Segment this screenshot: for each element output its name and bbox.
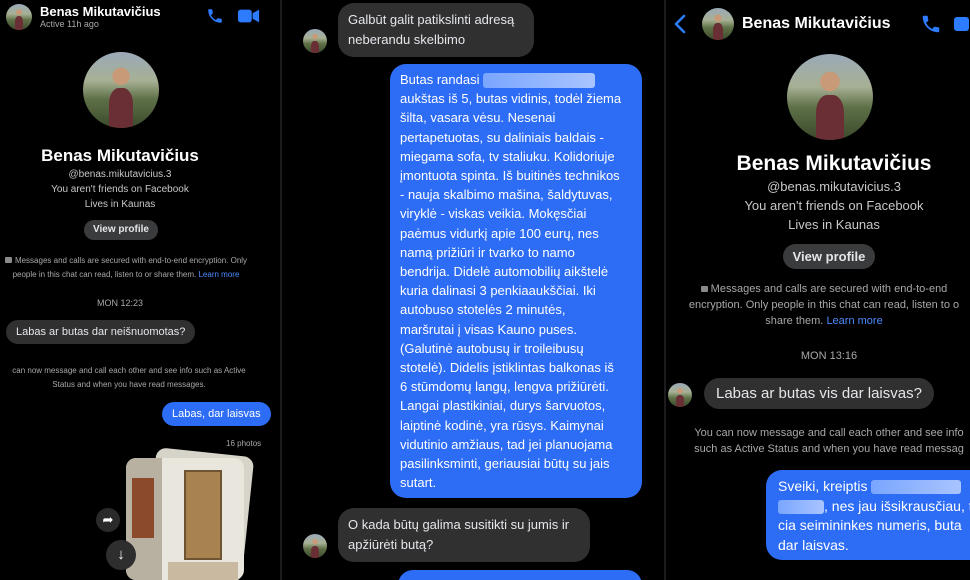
phone-icon[interactable]: [206, 7, 224, 25]
profile-username: @benas.mikutavicius.3: [767, 179, 901, 194]
chat-info-notice: can now message and call each other and …: [0, 364, 264, 392]
description-line: sutart.: [400, 475, 437, 491]
encryption-text-1: Messages and calls are secured with end-…: [14, 256, 248, 265]
description-line: bendrija. Didelė automobilių aikštelė: [400, 264, 609, 280]
middle-chat-panel: Galbūt galit patikslinti adresą neberand…: [282, 0, 664, 580]
lock-icon: [4, 257, 12, 263]
share-icon: ➦: [102, 512, 114, 527]
outgoing-message[interactable]: Sveiki, kreiptis , nes jau išsikrausčiau…: [766, 470, 970, 560]
incoming-message-meeting[interactable]: O kada būtų galima susitikti su jumis ir…: [338, 508, 590, 562]
description-line: pertapetuotas, su daliniais baldais -: [400, 129, 604, 145]
profile-name: Benas Mikutavičius: [736, 152, 932, 175]
sender-avatar[interactable]: [303, 534, 327, 558]
description-line: Butas randasi: [400, 72, 480, 87]
header-active-status: Active 11h ago: [40, 19, 99, 29]
learn-more-link[interactable]: Learn more: [198, 270, 239, 279]
incoming-message-address[interactable]: Galbūt galit patikslinti adresą neberand…: [338, 3, 534, 57]
timestamp: MON 13:16: [800, 350, 858, 362]
timestamp: MON 12:23: [96, 298, 144, 308]
view-profile-button[interactable]: View profile: [84, 220, 158, 240]
description-line: namą prižiūri ir tvarko to namo: [400, 244, 575, 260]
description-line: paėmus vidurkį apie 100 eurų, nes: [400, 225, 599, 241]
description-body: aukštas iš 5, butas vidinis, todėl žiema…: [400, 89, 632, 492]
encryption-text-1: Messages and calls are secured with end-…: [710, 283, 948, 295]
header-contact-name[interactable]: Benas Mikutavičius: [742, 15, 891, 33]
photo-count-label: 16 photos: [226, 439, 262, 448]
lives-in: Lives in Kaunas: [84, 199, 156, 210]
header-contact-name[interactable]: Benas Mikutavičius: [40, 4, 161, 19]
description-line: - nauja skalbimo mašina, šaldytuvas,: [400, 187, 613, 203]
description-line: (Galutinė autobusų ir troileibusų: [400, 340, 584, 356]
outgoing-message-description[interactable]: Butas randasi aukštas iš 5, butas vidini…: [390, 64, 642, 498]
header-avatar[interactable]: [702, 8, 734, 40]
view-profile-button[interactable]: View profile: [783, 244, 875, 269]
profile-avatar[interactable]: [83, 52, 159, 128]
encryption-notice: Messages and calls are secured with end-…: [674, 281, 970, 329]
description-line: 6 stūmdomų langų, lengva prižiūrėti.: [400, 379, 609, 395]
incoming-message[interactable]: Labas ar butas vis dar laisvas?: [704, 378, 934, 409]
arrow-down-icon: ↓: [117, 546, 125, 563]
profile-name: Benas Mikutavičius: [41, 146, 199, 165]
meeting-msg-line: apžiūrėti butą?: [348, 537, 434, 552]
chat-info-text-1: can now message and call each other and …: [12, 366, 246, 375]
reply-line: , nes jau išsikrausčiau, ta: [824, 497, 970, 514]
outgoing-message-partial[interactable]: [398, 570, 642, 580]
reply-line: cia seimininkes numeris, buta: [778, 517, 962, 533]
description-line: šilta, vasara vėsu. Nesenai: [400, 110, 556, 126]
redacted-phone: [778, 499, 824, 514]
description-line: įmontuota spinta. Iš buitinės technikos: [400, 168, 620, 184]
encryption-text-2: encryption. Only people in this chat can…: [688, 299, 960, 311]
profile-avatar[interactable]: [787, 54, 873, 140]
description-line: pasilinksminti, geriausiai būtų su jais: [400, 456, 610, 472]
lock-icon: [700, 286, 708, 292]
learn-more-link[interactable]: Learn more: [826, 315, 882, 327]
incoming-message[interactable]: Labas ar butas dar neišnuomotas?: [6, 320, 196, 344]
phone-icon[interactable]: [920, 13, 942, 35]
description-line: kuria dalinasi 3 penkiaaukščiai. Iki: [400, 283, 596, 299]
description-line: Langai plastikiniai, durys šarvuotos,: [400, 398, 606, 414]
description-line: viryklė - viskas veikia. Mokęsčiai: [400, 206, 587, 222]
address-msg-line: Galbūt galit patikslinti adresą: [348, 12, 515, 27]
description-line: laiptinė kodinė, yra rūsys. Kaimynai: [400, 417, 604, 433]
sender-avatar[interactable]: [303, 29, 327, 53]
friend-status: You aren't friends on Facebook: [51, 184, 189, 195]
chat-info-text-2: such as Active Status and when you have …: [694, 443, 964, 455]
reply-line: Sveiki, kreiptis: [778, 478, 868, 494]
redacted-address: [483, 73, 596, 89]
encryption-text-2: people in this chat can read, listen to …: [12, 270, 197, 279]
right-chat-panel: Benas Mikutavičius Benas Mikutavičius @b…: [666, 0, 970, 580]
lives-in: Lives in Kaunas: [788, 217, 880, 232]
description-line: stotelė). Didelis įstiklintas balkonas i…: [400, 360, 614, 376]
scroll-down-button[interactable]: ↓: [106, 540, 136, 570]
description-line: maršrutai į visas Kauno puses.: [400, 321, 578, 337]
header-avatar[interactable]: [6, 4, 32, 30]
profile-username: @benas.mikutavicius.3: [68, 169, 172, 180]
description-line: autobuso stotelės 2 minutės,: [400, 302, 566, 318]
meeting-msg-line: O kada būtų galima susitikti su jumis ir: [348, 517, 570, 532]
video-call-icon[interactable]: [954, 15, 970, 33]
sender-avatar[interactable]: [668, 383, 692, 407]
description-line: vidutinio amžiaus, tad jei planuojama: [400, 436, 613, 452]
back-arrow-icon[interactable]: [674, 14, 686, 34]
address-msg-line: neberandu skelbimo: [348, 32, 466, 47]
left-chat-panel: Benas Mikutavičius Active 11h ago Benas …: [0, 0, 280, 580]
friend-status: You aren't friends on Facebook: [744, 198, 924, 213]
description-line: miegama sofa, tv staliuku. Kolidoriuje: [400, 148, 615, 164]
photo-attachment[interactable]: [126, 458, 244, 580]
share-button[interactable]: ➦: [96, 508, 120, 532]
chat-info-notice: You can now message and call each other …: [674, 425, 970, 457]
chat-info-text-2: Status and when you have read messages.: [52, 380, 206, 389]
encryption-text-3: share them.: [765, 315, 824, 327]
encryption-notice: Messages and calls are secured with end-…: [0, 254, 256, 282]
outgoing-message[interactable]: Labas, dar laisvas: [162, 402, 271, 426]
redacted-phone: [871, 480, 962, 495]
description-line: aukštas iš 5, butas vidinis, todėl žiema: [400, 91, 622, 107]
chat-info-text-1: You can now message and call each other …: [694, 427, 964, 439]
reply-line: dar laisvas.: [778, 536, 849, 553]
video-call-icon[interactable]: [238, 8, 260, 24]
